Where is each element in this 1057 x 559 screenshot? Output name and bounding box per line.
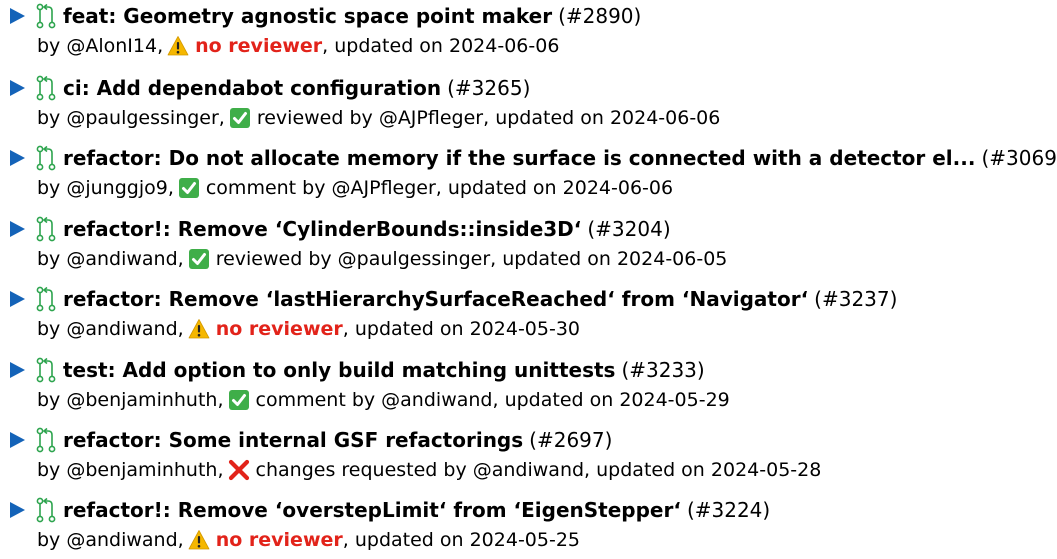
expand-triangle-icon[interactable] [10, 291, 25, 307]
pull-request-title[interactable]: refactor!: Remove ‘CylinderBounds::insid… [63, 217, 581, 241]
pull-request-number[interactable]: (#3204) [587, 217, 670, 241]
pull-request-item: refactor: Do not allocate memory if the … [0, 142, 1057, 204]
review-status: changes requested by @andiwand, [255, 459, 591, 481]
updated-date: updated on 2024-06-06 [447, 177, 674, 199]
pull-request-meta: by @paulgessinger, reviewed by @AJPfleger… [37, 103, 720, 133]
expand-triangle-icon[interactable] [10, 362, 25, 378]
review-status: comment by @andiwand, [255, 389, 499, 411]
pull-request-title[interactable]: test: Add option to only build matching … [63, 358, 615, 382]
author: by @andiwand, [37, 529, 184, 551]
pull-request-meta: by @andiwand, no reviewer, updated on 202… [37, 525, 580, 555]
author: by @andiwand, [37, 248, 184, 270]
pull-request-meta: by @junggjo9, comment by @AJPfleger, upda… [37, 173, 673, 203]
review-status: reviewed by @paulgessinger, [215, 248, 497, 270]
pull-request-item: refactor!: Remove ‘overstepLimit‘ from ‘… [0, 494, 1057, 556]
pull-request-item: refactor!: Remove ‘CylinderBounds::insid… [0, 213, 1057, 275]
author: by @benjaminhuth, [37, 459, 224, 481]
pull-request-number[interactable]: (#3233) [621, 358, 704, 382]
pull-request-meta: by @AlonI14, no reviewer, updated on 2024… [37, 31, 559, 61]
pull-request-icon [36, 357, 56, 383]
pull-request-title[interactable]: refactor: Remove ‘lastHierarchySurfaceRe… [63, 287, 808, 311]
pull-request-meta: by @andiwand, reviewed by @paulgessinger,… [37, 244, 727, 274]
pull-request-header: ci: Add dependabot configuration (#3265) [0, 73, 530, 103]
pull-request-title[interactable]: feat: Geometry agnostic space point make… [63, 4, 552, 28]
updated-date: updated on 2024-06-05 [502, 248, 728, 270]
pull-request-icon [36, 216, 56, 242]
pull-request-icon [36, 286, 56, 312]
review-status: reviewed by @AJPfleger, [256, 107, 490, 129]
pull-request-header: refactor: Do not allocate memory if the … [0, 143, 1057, 173]
updated-date: updated on 2024-05-29 [504, 389, 730, 411]
pull-request-meta: by @andiwand, no reviewer, updated on 202… [37, 314, 580, 344]
author: by @junggjo9, [37, 177, 174, 199]
pull-request-title[interactable]: refactor!: Remove ‘overstepLimit‘ from ‘… [63, 498, 681, 522]
review-status: comment by @AJPfleger, [205, 177, 442, 199]
pull-request-number[interactable]: (#3224) [687, 498, 770, 522]
warning-icon [167, 36, 189, 56]
check-icon [188, 249, 209, 269]
pull-request-number[interactable]: (#3237) [814, 287, 897, 311]
pull-request-icon [36, 145, 56, 171]
author: by @AlonI14, [37, 35, 164, 57]
expand-triangle-icon[interactable] [10, 502, 25, 518]
pull-request-number[interactable]: (#2890) [558, 4, 641, 28]
warning-icon [188, 530, 210, 550]
warning-icon [188, 319, 210, 339]
pull-request-icon [36, 427, 56, 453]
separator: , [342, 529, 355, 551]
updated-date: updated on 2024-06-06 [334, 35, 560, 57]
pull-request-icon [36, 3, 56, 29]
pull-request-item: test: Add option to only build matching … [0, 354, 1057, 416]
review-status: no reviewer [215, 529, 343, 551]
expand-triangle-icon[interactable] [10, 432, 25, 448]
review-status: no reviewer [195, 35, 323, 57]
pull-request-header: feat: Geometry agnostic space point make… [0, 1, 641, 31]
pull-request-title[interactable]: refactor: Some internal GSF refactorings [63, 428, 523, 452]
check-icon [178, 178, 199, 198]
pull-request-number[interactable]: (#3069) [981, 146, 1057, 170]
pull-request-number[interactable]: (#3265) [447, 76, 530, 100]
pull-request-meta: by @benjaminhuth, comment by @andiwand, u… [37, 385, 730, 415]
check-icon [228, 390, 249, 410]
pull-request-item: refactor: Some internal GSF refactorings… [0, 424, 1057, 486]
updated-date: updated on 2024-05-25 [354, 529, 581, 551]
cross-icon [228, 459, 249, 481]
pull-request-item: ci: Add dependabot configuration (#3265) b… [0, 72, 1057, 134]
pull-request-title[interactable]: refactor: Do not allocate memory if the … [63, 146, 975, 170]
expand-triangle-icon[interactable] [10, 8, 25, 24]
pull-request-icon [36, 75, 56, 101]
separator: , [322, 35, 335, 57]
pull-request-number[interactable]: (#2697) [529, 428, 612, 452]
separator: , [342, 318, 355, 340]
pull-request-list: feat: Geometry agnostic space point make… [0, 0, 1057, 559]
pull-request-title[interactable]: ci: Add dependabot configuration [63, 76, 441, 100]
expand-triangle-icon[interactable] [10, 150, 25, 166]
updated-date: updated on 2024-06-06 [495, 107, 721, 129]
author: by @paulgessinger, [37, 107, 225, 129]
review-status: no reviewer [215, 318, 343, 340]
pull-request-header: refactor: Some internal GSF refactorings… [0, 425, 612, 455]
updated-date: updated on 2024-05-30 [354, 318, 581, 340]
author: by @benjaminhuth, [37, 389, 224, 411]
pull-request-item: feat: Geometry agnostic space point make… [0, 0, 1057, 62]
check-icon [229, 108, 250, 128]
pull-request-header: test: Add option to only build matching … [0, 355, 705, 385]
pull-request-item: refactor: Remove ‘lastHierarchySurfaceRe… [0, 283, 1057, 345]
pull-request-header: refactor!: Remove ‘CylinderBounds::insid… [0, 214, 671, 244]
updated-date: updated on 2024-05-28 [596, 459, 822, 481]
pull-request-header: refactor: Remove ‘lastHierarchySurfaceRe… [0, 284, 897, 314]
author: by @andiwand, [37, 318, 184, 340]
expand-triangle-icon[interactable] [10, 221, 25, 237]
expand-triangle-icon[interactable] [10, 80, 25, 96]
pull-request-header: refactor!: Remove ‘overstepLimit‘ from ‘… [0, 495, 770, 525]
pull-request-icon [36, 497, 56, 523]
pull-request-meta: by @benjaminhuth, changes requested by @a… [37, 455, 821, 485]
